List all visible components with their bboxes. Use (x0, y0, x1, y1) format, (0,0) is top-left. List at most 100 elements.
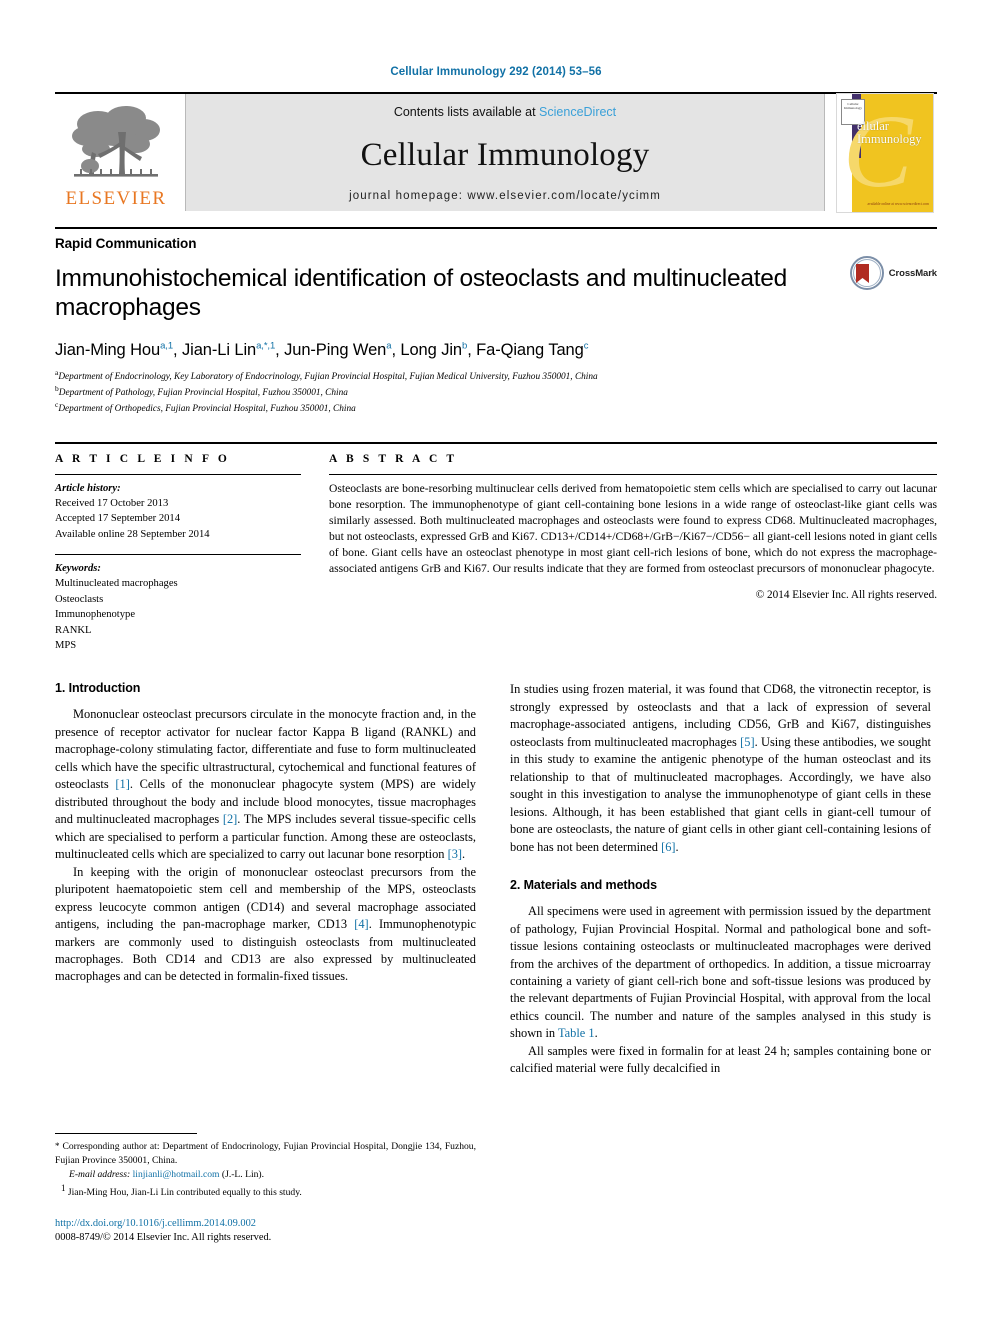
author-affil-mark[interactable]: a,1 (160, 340, 173, 351)
crossmark-icon (849, 256, 884, 290)
table-1-link[interactable]: Table 1 (558, 1026, 595, 1040)
copyright-line: © 2014 Elsevier Inc. All rights reserved… (755, 588, 937, 601)
divider (329, 473, 937, 475)
author-name: Long Jin (400, 340, 462, 359)
affiliation-text: Department of Endocrinology, Key Laborat… (58, 371, 598, 382)
keywords-label: Keywords: (55, 563, 101, 575)
journal-cover-thumbnail[interactable]: C Cellular Immunology ellular Immunology… (836, 92, 934, 213)
elsevier-logo: ELSEVIER (55, 94, 177, 211)
citation-ref-1[interactable]: [1] (115, 777, 129, 791)
author-sep: , (173, 340, 182, 359)
journal-masthead: ELSEVIER Contents lists available at Sci… (55, 92, 937, 213)
journal-title: Cellular Immunology (360, 137, 650, 173)
journal-cover-container: C Cellular Immunology ellular Immunology… (833, 92, 937, 213)
doi-link[interactable]: http://dx.doi.org/10.1016/j.cellimm.2014… (55, 1217, 476, 1231)
contents-available-line: Contents lists available at ScienceDirec… (394, 105, 616, 119)
affiliation-list: aDepartment of Endocrinology, Key Labora… (55, 368, 937, 417)
history-item: Accepted 17 September 2014 (55, 513, 181, 525)
contents-prefix: Contents lists available at (393, 105, 540, 119)
footnote-corresponding-author: * Corresponding author at: Department of… (55, 1140, 476, 1168)
footnote-email: E-mail address: linjianli@hotmail.com (J… (55, 1168, 476, 1182)
left-column: 1. Introduction Mononuclear osteoclast p… (55, 681, 476, 1078)
abstract-text: Osteoclasts are bone-resorbing multinucl… (329, 481, 937, 575)
citation-ref-3[interactable]: [3] (448, 847, 462, 861)
author-item: Long Jinb, (400, 340, 476, 359)
cover-title: ellular Immunology (857, 118, 922, 146)
author-item: Fa-Qiang Tangc (476, 340, 589, 359)
article-info-column: A R T I C L E I N F O Article history: R… (55, 453, 301, 654)
author-affil-mark[interactable]: c (584, 340, 589, 351)
running-head: Cellular Immunology 292 (2014) 53–56 (390, 66, 602, 78)
right-column: In studies using frozen material, it was… (510, 681, 931, 1078)
author-list: Jian-Ming Houa,1, Jian-Li Lina,*,1, Jun-… (55, 340, 937, 360)
footnote-text: Corresponding author at: Department of E… (55, 1141, 476, 1166)
keyword-item: MPS (55, 639, 77, 651)
doi-block: http://dx.doi.org/10.1016/j.cellimm.2014… (55, 1217, 476, 1245)
text-run: . (462, 847, 466, 862)
article-doctype: Rapid Communication (55, 236, 197, 251)
footnotes-block: * Corresponding author at: Department of… (55, 1133, 476, 1245)
author-item: Jian-Ming Houa,1, (55, 340, 182, 359)
body-columns: 1. Introduction Mononuclear osteoclast p… (55, 681, 937, 1078)
text-run: All specimens were used in agreement wit… (510, 904, 931, 1041)
section-heading-introduction: 1. Introduction (55, 681, 141, 696)
affiliation-item: aDepartment of Endocrinology, Key Labora… (55, 368, 937, 384)
abstract-column: A B S T R A C T Osteoclasts are bone-res… (329, 453, 937, 654)
article-history-label: Article history: (55, 482, 121, 494)
crossmark-badge[interactable]: CrossMark (849, 256, 937, 290)
page-title: Immunohistochemical identification of os… (55, 265, 788, 322)
journal-homepage-link[interactable]: journal homepage: www.elsevier.com/locat… (349, 190, 661, 202)
citation-ref-6[interactable]: [6] (661, 840, 675, 854)
elsevier-tree-icon (72, 105, 160, 177)
footnote-divider (55, 1133, 197, 1134)
email-link[interactable]: linjianli@hotmail.com (133, 1169, 220, 1180)
author-name: Jian-Li Lin (181, 340, 257, 359)
keywords-block: Keywords: Multinucleated macrophages Ost… (55, 561, 301, 653)
email-suffix: (J.-L. Lin). (219, 1169, 265, 1180)
email-label: E-mail address: (69, 1169, 131, 1180)
footnote-text: Jian-Ming Hou, Jian-Li Lin contributed e… (67, 1187, 302, 1199)
author-name: Jian-Ming Hou (55, 340, 161, 359)
divider (55, 554, 301, 556)
keyword-item: Immunophenotype (55, 609, 136, 621)
paper-page: Cellular Immunology 292 (2014) 53–56 ELS… (0, 0, 992, 1323)
article-history-block: Article history: Received 17 October 201… (55, 481, 301, 542)
affiliation-item: bDepartment of Pathology, Fujian Provinc… (55, 384, 937, 400)
text-run: . (594, 1026, 598, 1041)
footnote-equal-contribution: 1 Jian-Ming Hou, Jian-Li Lin contributed… (55, 1182, 476, 1200)
author-name: Fa-Qiang Tang (476, 340, 584, 359)
author-name: Jun-Ping Wen (284, 340, 387, 359)
footnote-mark-asterisk: * (55, 1141, 60, 1151)
footnote-mark-one: 1 (61, 1183, 66, 1193)
affiliation-text: Department of Orthopedics, Fujian Provin… (58, 404, 356, 415)
citation-ref-2[interactable]: [2] (223, 812, 237, 826)
history-item: Available online 28 September 2014 (55, 528, 210, 540)
cover-footer-text: available online at www.sciencedirect.co… (867, 202, 929, 207)
methods-paragraph-2: All samples were fixed in formalin for a… (510, 1043, 931, 1076)
text-run: . (675, 839, 679, 854)
masthead-center: Contents lists available at ScienceDirec… (185, 94, 825, 211)
cover-title-line1: ellular (857, 118, 889, 133)
intro-paragraph-1: Mononuclear osteoclast precursors circul… (55, 706, 476, 863)
methods-paragraph-1: All specimens were used in agreement wit… (510, 903, 931, 1043)
text-run: . Using these antibodies, we sought in t… (510, 734, 931, 854)
citation-ref-4[interactable]: [4] (354, 917, 368, 931)
article-header: Rapid Communication Immunohistochemical … (55, 227, 937, 417)
divider (55, 473, 301, 475)
keyword-item: Multinucleated macrophages (55, 578, 178, 590)
citation-ref-5[interactable]: [5] (740, 735, 754, 749)
affiliation-item: cDepartment of Orthopedics, Fujian Provi… (55, 400, 937, 416)
abstract-heading: A B S T R A C T (329, 452, 458, 465)
article-info-heading: A R T I C L E I N F O (55, 452, 230, 465)
author-affil-mark[interactable]: a,*,1 (256, 340, 275, 351)
author-item: Jun-Ping Wena, (284, 340, 400, 359)
crossmark-label: CrossMark (888, 267, 937, 279)
affiliation-text: Department of Pathology, Fujian Provinci… (58, 388, 348, 399)
keyword-item: RANKL (55, 624, 92, 636)
intro-paragraph-3: In studies using frozen material, it was… (510, 681, 931, 856)
author-item: Jian-Li Lina,*,1, (181, 340, 284, 359)
intro-paragraph-2: In keeping with the origin of mononuclea… (55, 864, 476, 986)
keyword-item: Osteoclasts (55, 593, 104, 605)
sciencedirect-link[interactable]: ScienceDirect (539, 105, 616, 119)
section-heading-materials-and-methods: 2. Materials and methods (510, 878, 657, 893)
